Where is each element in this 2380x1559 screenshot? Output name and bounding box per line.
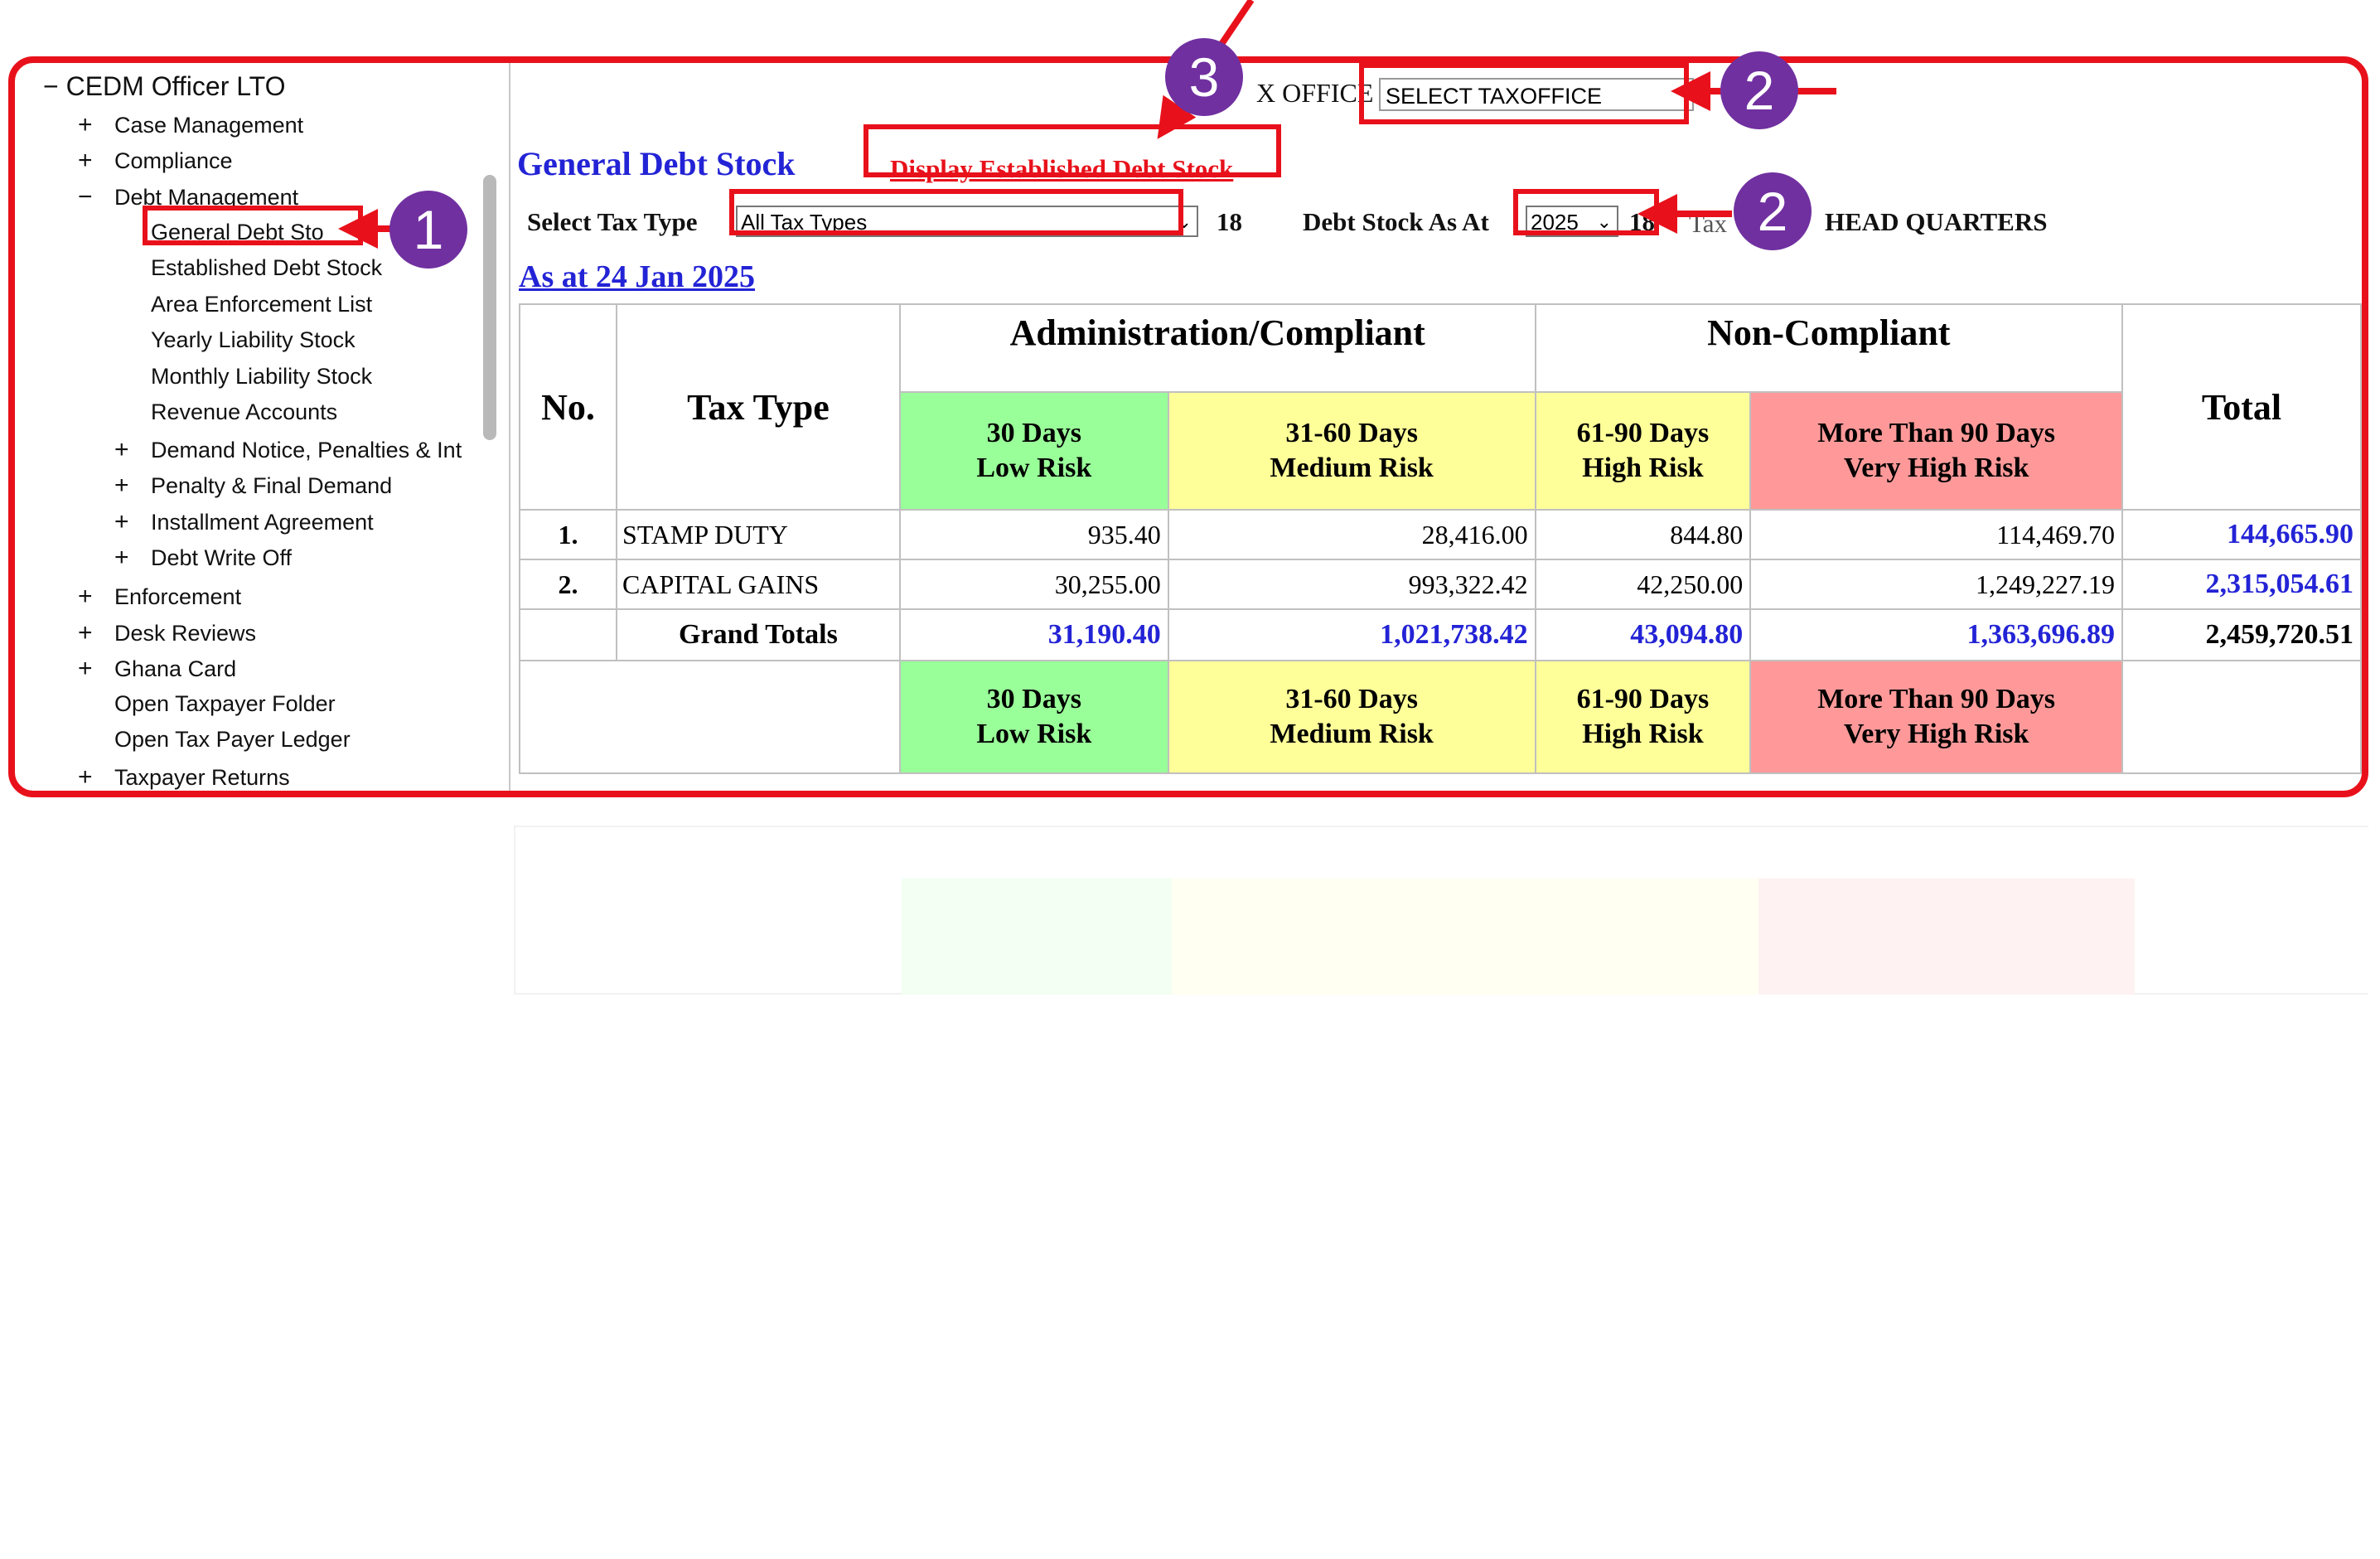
highlight-year-select xyxy=(1513,189,1659,235)
highlight-tax-type-select xyxy=(729,189,1183,235)
badge-3: 3 xyxy=(1165,38,1243,116)
highlight-display-link xyxy=(863,124,1281,177)
badge-1: 1 xyxy=(389,191,467,269)
badge-2a: 2 xyxy=(1720,51,1798,129)
badge-2b: 2 xyxy=(1734,172,1812,250)
highlight-general-debt-stock xyxy=(143,206,363,245)
highlight-tax-office-select xyxy=(1359,63,1689,124)
